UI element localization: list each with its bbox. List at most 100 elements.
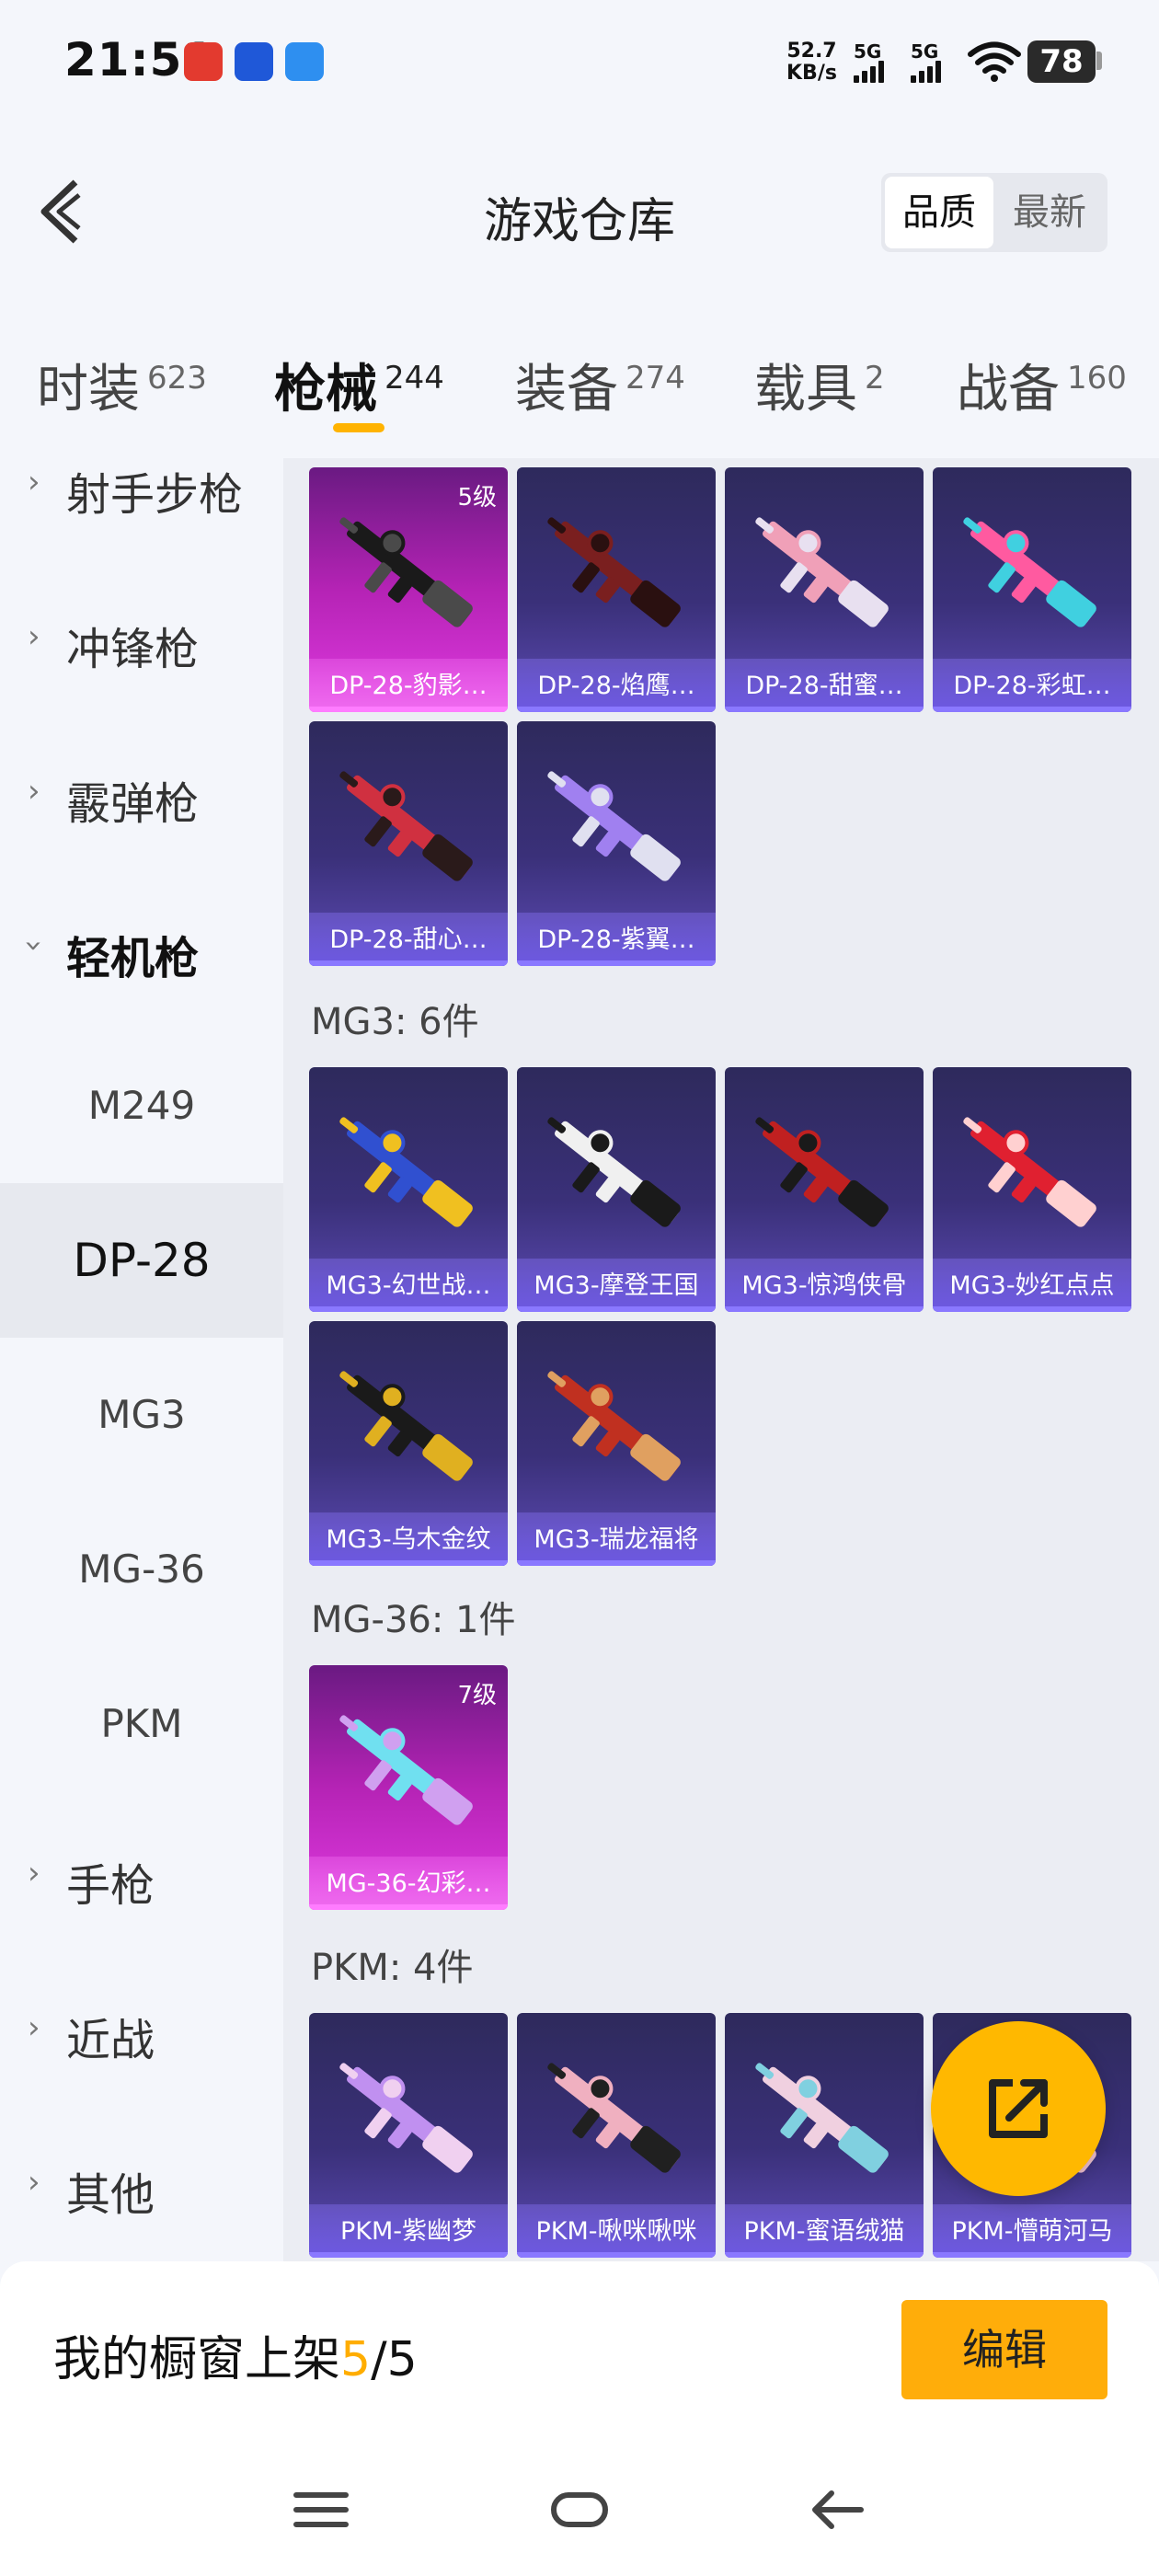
item-name: DP-28-豹影… <box>329 672 488 700</box>
group-label-pkm: PKM: 4件 <box>311 1947 474 1989</box>
nav-home-button[interactable] <box>543 2482 616 2537</box>
item-card[interactable]: MG3-瑞龙福将 <box>517 1321 716 1566</box>
sidebar-item-other[interactable]: › 其他 <box>0 2110 283 2261</box>
active-tab-indicator <box>333 423 384 432</box>
item-level-badge: 5级 <box>457 484 497 512</box>
rarity-edge <box>933 707 1131 712</box>
back-arrow-icon <box>812 2490 864 2529</box>
nav-back-button[interactable] <box>800 2482 874 2537</box>
tab-count: 244 <box>384 360 444 397</box>
sidebar-item-label: 轻机枪 <box>66 933 200 984</box>
item-name: PKM-蜜语绒猫 <box>743 2217 905 2246</box>
item-card[interactable]: DP-28-豹影… 5级 <box>309 467 508 712</box>
item-name: MG3-乌木金纹 <box>326 1525 491 1554</box>
tab-label: 装备 <box>515 360 618 420</box>
item-name: MG3-幻世战… <box>326 1271 491 1300</box>
tab-count: 2 <box>865 360 885 397</box>
tab-firearms[interactable]: 枪械 244 <box>274 348 444 422</box>
item-card[interactable]: DP-28-彩虹… <box>933 467 1131 712</box>
item-card[interactable]: DP-28-甜蜜… <box>725 467 924 712</box>
rarity-edge <box>309 707 508 712</box>
weapon-thumbnail-icon <box>547 1371 681 1481</box>
sidebar-sub-mg3[interactable]: MG3 <box>0 1338 283 1492</box>
sidebar-item-marksman-rifle[interactable]: › 射手步枪 <box>0 458 283 565</box>
tab-count: 274 <box>625 360 685 397</box>
tab-equipment[interactable]: 装备 274 <box>515 348 685 422</box>
sort-quality-button[interactable]: 品质 <box>885 177 993 248</box>
sidebar-sub-pkm[interactable]: PKM <box>0 1647 283 1801</box>
item-card[interactable]: DP-28-焰鹰… <box>517 467 716 712</box>
sidebar-item-smg[interactable]: › 冲锋枪 <box>0 565 283 719</box>
sidebar-item-lmg[interactable]: › 轻机枪 <box>0 874 283 1029</box>
tab-label: 载具 <box>754 360 857 420</box>
item-card[interactable]: DP-28-紫翼… <box>517 721 716 966</box>
rarity-edge <box>517 1306 716 1312</box>
tab-fashion[interactable]: 时装 623 <box>37 348 207 422</box>
item-card[interactable]: DP-28-甜心… <box>309 721 508 966</box>
item-card[interactable]: MG3-妙红点点 <box>933 1067 1131 1312</box>
weapon-thumbnail-icon <box>339 517 473 627</box>
sidebar-item-label: 冲锋枪 <box>66 624 200 675</box>
item-card[interactable]: PKM-蜜语绒猫 <box>725 2013 924 2258</box>
rarity-edge <box>517 2252 716 2258</box>
item-card[interactable]: MG3-摩登王国 <box>517 1067 716 1312</box>
rarity-edge <box>309 1560 508 1566</box>
sidebar-item-label: 近战 <box>66 2015 155 2066</box>
app-notification-icon-blue <box>235 42 273 81</box>
sidebar-item-shotgun[interactable]: › 霰弹枪 <box>0 719 283 874</box>
item-name: PKM-啾咪啾咪 <box>535 2217 697 2246</box>
chevron-down-icon: › <box>15 939 52 952</box>
status-bar: 21:51 52.7 KB/s 5G 5G 78 <box>0 0 1159 129</box>
tab-count: 160 <box>1067 360 1127 397</box>
showcase-total: /5 <box>371 2332 418 2387</box>
weapon-thumbnail-icon <box>547 1117 681 1227</box>
chevron-right-icon: › <box>28 2164 40 2201</box>
share-button[interactable] <box>931 2021 1106 2196</box>
item-level-badge: 7级 <box>457 1682 497 1709</box>
showcase-status: 我的橱窗上架5/5 <box>53 2320 418 2389</box>
group-label-mg36: MG-36: 1件 <box>311 1599 516 1641</box>
sidebar-item-melee[interactable]: › 近战 <box>0 1956 283 2110</box>
weapon-thumbnail-icon <box>339 1371 473 1481</box>
wifi-icon <box>968 41 1021 82</box>
menu-icon <box>293 2492 349 2527</box>
item-card[interactable]: MG-36-幻彩… 7级 <box>309 1665 508 1910</box>
tab-label: 枪械 <box>274 360 377 420</box>
item-card[interactable]: PKM-啾咪啾咪 <box>517 2013 716 2258</box>
item-grid: MG3: 6件 MG-36: 1件 PKM: 4件 DP-28-豹影… 5级 DP-… <box>283 458 1159 2261</box>
item-card[interactable]: MG3-乌木金纹 <box>309 1321 508 1566</box>
sidebar-item-label: 其他 <box>66 2169 155 2221</box>
showcase-count: 5 <box>340 2332 372 2387</box>
edit-button[interactable]: 编辑 <box>901 2300 1107 2399</box>
showcase-label: 我的橱窗上架 <box>53 2332 341 2387</box>
network-speed-value: 52.7 <box>786 40 837 63</box>
item-card[interactable]: PKM-紫幽梦 <box>309 2013 508 2258</box>
item-card[interactable]: MG3-惊鸿侠骨 <box>725 1067 924 1312</box>
sidebar-sub-mg36[interactable]: MG-36 <box>0 1492 283 1647</box>
tab-vehicles[interactable]: 载具 2 <box>754 348 885 422</box>
share-export-icon <box>989 2079 1048 2138</box>
item-name: PKM-紫幽梦 <box>339 2217 477 2246</box>
rarity-edge <box>309 960 508 966</box>
item-name: DP-28-甜蜜… <box>745 672 903 700</box>
nav-menu-button[interactable] <box>285 2482 359 2537</box>
rarity-edge <box>725 1306 924 1312</box>
sidebar-item-pistol[interactable]: › 手枪 <box>0 1801 283 1956</box>
showcase-bar: 我的橱窗上架5/5 编辑 <box>0 2261 1159 2445</box>
chevron-right-icon: › <box>28 2009 40 2046</box>
weapon-thumbnail-icon <box>547 771 681 881</box>
item-card[interactable]: MG3-幻世战… <box>309 1067 508 1312</box>
rarity-edge <box>725 707 924 712</box>
tab-label: 战备 <box>957 360 1060 420</box>
weapon-thumbnail-icon <box>755 517 889 627</box>
sort-newest-button[interactable]: 最新 <box>995 177 1104 248</box>
chevron-right-icon: › <box>28 1855 40 1892</box>
sidebar-item-label: 霰弹枪 <box>66 778 200 830</box>
sidebar-sub-m249[interactable]: M249 <box>0 1029 283 1183</box>
group-label-mg3: MG3: 6件 <box>311 1001 479 1043</box>
sidebar-sub-dp28[interactable]: DP-28 <box>0 1183 283 1338</box>
tab-combat-supplies[interactable]: 战备 160 <box>957 348 1127 422</box>
rarity-edge <box>517 707 716 712</box>
app-notification-icon-red <box>184 42 223 81</box>
item-name: DP-28-焰鹰… <box>537 672 695 700</box>
